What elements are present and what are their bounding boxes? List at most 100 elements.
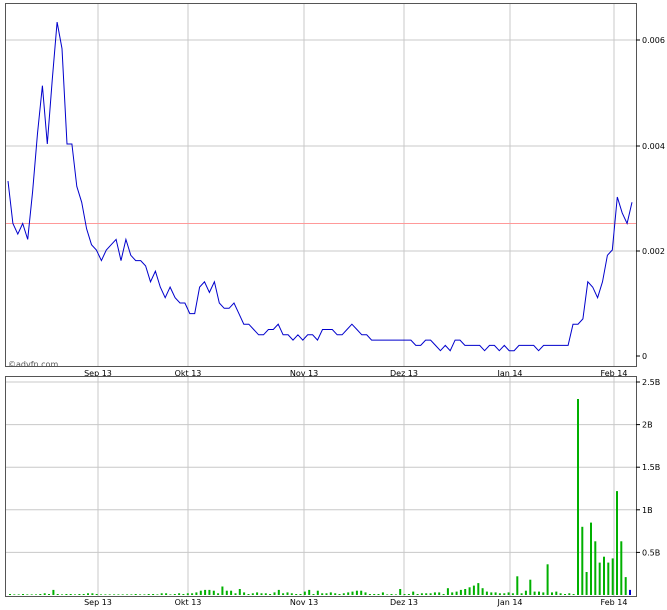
volume-bar	[195, 592, 198, 595]
volume-bar	[108, 594, 111, 595]
volume-bar	[147, 594, 150, 595]
volume-bar	[429, 593, 432, 595]
volume-x-axis: Sep 13 Okt 13 Nov 13 Dez 13 Jan 14 Feb 14	[84, 598, 627, 607]
volume-bar	[524, 590, 527, 595]
volume-bar	[95, 594, 98, 595]
volume-y-axis: 2.5B 2B 1.5B 1B 0.5B	[636, 378, 660, 557]
volume-bar	[477, 583, 480, 595]
volume-bar	[286, 592, 289, 595]
volume-bar	[299, 594, 302, 595]
volume-bar	[624, 577, 627, 595]
volume-bar	[247, 594, 250, 595]
volume-bar	[420, 593, 423, 595]
volume-bar	[507, 592, 510, 595]
volume-bar	[225, 590, 228, 595]
volume-bar	[26, 594, 29, 595]
volume-bar	[113, 594, 116, 595]
volume-bar	[208, 589, 211, 595]
volume-bar	[325, 593, 328, 595]
volume-bar	[468, 587, 471, 595]
volume-bar	[65, 594, 68, 595]
volume-bar	[212, 590, 215, 595]
volume-bar	[494, 592, 497, 595]
volume-bar	[598, 562, 601, 595]
volume-ytick-label-1: 2B	[642, 421, 653, 430]
volume-bar	[295, 594, 298, 595]
volume-bar	[104, 594, 107, 595]
volume-bar	[451, 592, 454, 595]
volume-bar	[238, 589, 241, 595]
price-panel-frame	[5, 3, 637, 367]
price-ytick-label-2: 0.002	[642, 247, 665, 256]
volume-bar	[87, 593, 89, 595]
volume-bar	[273, 592, 276, 595]
volume-bar	[442, 594, 445, 595]
volume-bar	[9, 594, 11, 595]
volume-bar	[173, 594, 176, 595]
volume-bar	[43, 593, 46, 595]
volume-bar	[82, 594, 85, 595]
volume-bar	[17, 594, 20, 595]
volume-bar	[74, 594, 76, 595]
volume-bar	[329, 592, 332, 595]
volume-bar	[91, 593, 94, 595]
volume-bar	[143, 594, 146, 595]
volume-bar	[78, 594, 81, 595]
volume-xtick-label-3: Dez 13	[390, 598, 418, 607]
volume-bar	[446, 588, 449, 595]
volume-bar	[264, 593, 267, 595]
volume-bar	[581, 526, 584, 595]
volume-bar	[130, 594, 133, 595]
volume-xtick-label-1: Okt 13	[175, 598, 202, 607]
volume-bar	[498, 593, 501, 595]
volume-bar	[533, 591, 536, 595]
volume-bar	[472, 585, 475, 595]
volume-bar	[308, 589, 311, 595]
volume-bar	[368, 594, 371, 595]
volume-bar	[69, 594, 72, 595]
watermark: ©advfn.com	[8, 360, 58, 369]
volume-bar	[546, 564, 549, 595]
volume-xtick-label-0: Sep 13	[84, 598, 112, 607]
volume-bar	[464, 589, 467, 595]
volume-ytick-label-2: 1.5B	[642, 463, 660, 472]
volume-bar	[186, 593, 189, 595]
volume-bar	[629, 589, 631, 595]
volume-bar	[577, 399, 579, 595]
volume-bar	[126, 594, 129, 595]
volume-bar	[56, 594, 59, 595]
volume-bar	[455, 591, 458, 595]
volume-bar	[22, 594, 24, 595]
volume-ytick-label-4: 0.5B	[642, 548, 660, 557]
volume-bar	[156, 594, 159, 595]
volume-bar	[139, 594, 142, 595]
volume-bar	[377, 594, 380, 595]
volume-bar	[373, 594, 376, 595]
price-ytick-label-1: 0.004	[642, 142, 665, 151]
volume-bar	[403, 594, 406, 595]
volume-panel-frame	[5, 376, 637, 597]
volume-xtick-label-4: Jan 14	[496, 598, 522, 607]
volume-bar	[381, 592, 384, 595]
volume-bar	[511, 593, 514, 595]
volume-bar	[30, 594, 33, 595]
volume-bar	[260, 593, 263, 595]
volume-bar	[48, 594, 50, 595]
volume-ytick-label-3: 1B	[642, 506, 653, 515]
volume-bar	[485, 591, 488, 595]
volume-bar	[178, 593, 181, 595]
volume-bar	[438, 592, 441, 595]
volume-bar	[61, 594, 63, 595]
volume-bar	[559, 593, 562, 595]
volume-bar	[182, 594, 185, 595]
volume-bar	[256, 592, 259, 595]
volume-bar	[338, 594, 341, 595]
volume-bar	[199, 590, 202, 595]
volume-bar	[347, 592, 350, 595]
volume-bar	[121, 594, 124, 595]
volume-bar	[217, 593, 220, 595]
volume-bar	[334, 593, 337, 595]
price-y-axis: 0.006 0.004 0.002 0	[636, 36, 665, 361]
volume-bar	[117, 594, 120, 595]
volume-bar	[230, 590, 233, 595]
